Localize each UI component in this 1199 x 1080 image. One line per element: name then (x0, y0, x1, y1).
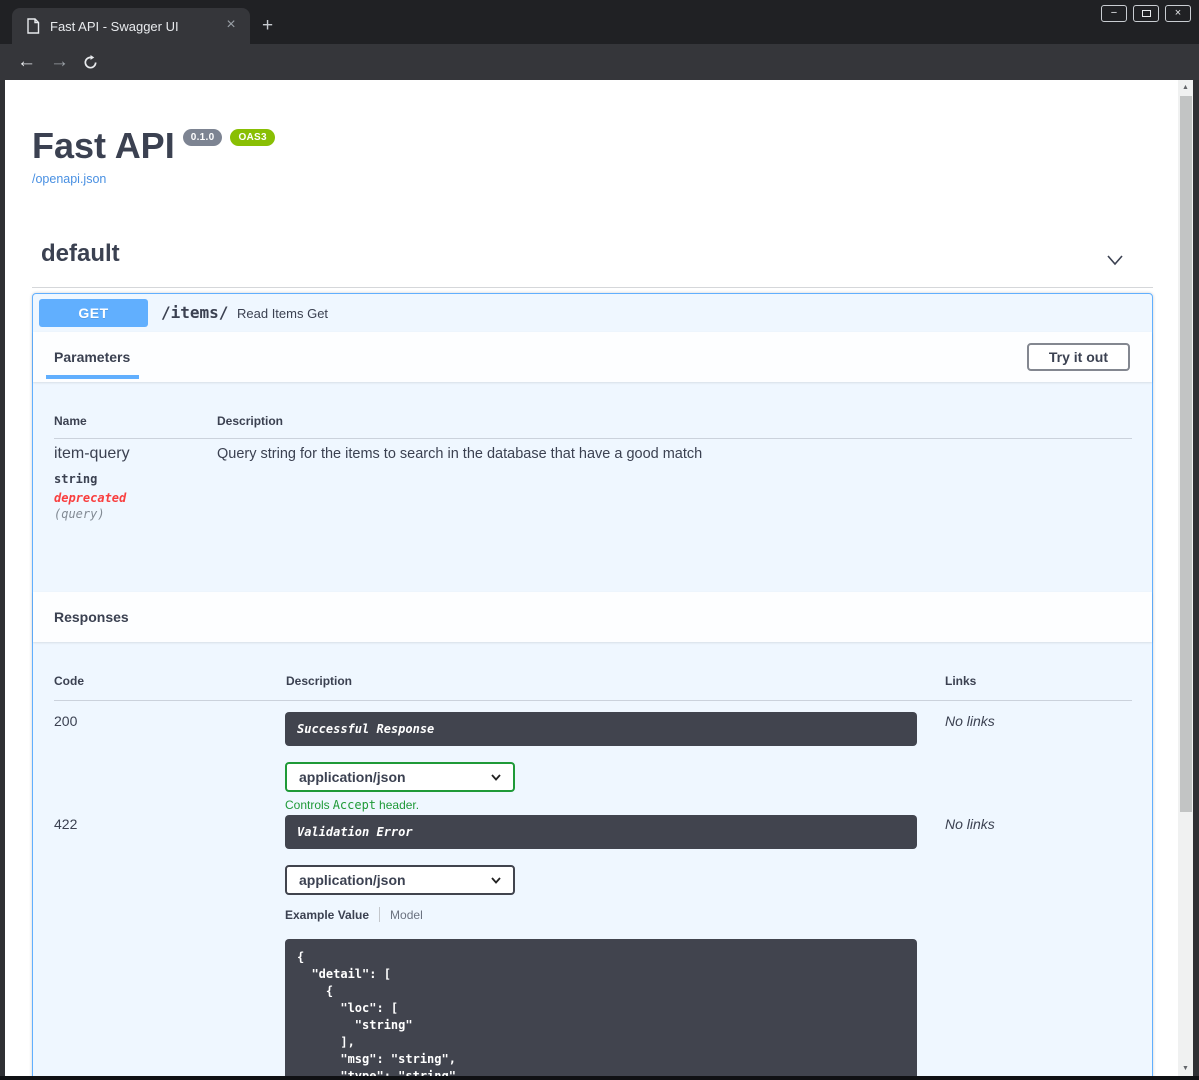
response-200-description-box: Successful Response (285, 712, 917, 746)
response-422-description-box: Validation Error (285, 815, 917, 849)
page-scrollbar[interactable]: ▲ ▼ (1178, 80, 1193, 1076)
resp-col-links: Links (945, 674, 977, 688)
tab-close-icon[interactable]: × (222, 17, 240, 35)
window-minimize-button[interactable]: − (1101, 5, 1127, 22)
minimize-icon: − (1110, 7, 1118, 19)
param-table-divider (54, 438, 1132, 439)
accept-note-pre: Controls (285, 798, 330, 812)
scrollbar-down-arrow[interactable]: ▼ (1178, 1061, 1193, 1076)
param-location: (query) (54, 507, 105, 521)
accept-note-code: Accept (332, 798, 377, 812)
openapi-spec-link[interactable]: /openapi.json (32, 172, 106, 186)
window-bottom-border (0, 1076, 1199, 1080)
response-422-links: No links (945, 816, 995, 832)
example-model-tabs: Example Value Model (285, 907, 423, 922)
param-type: string (54, 472, 98, 486)
response-200-description: Successful Response (297, 722, 435, 736)
scrollbar-up-arrow[interactable]: ▲ (1178, 80, 1193, 95)
media-type-value: application/json (299, 769, 406, 785)
window-controls: − × (1101, 5, 1191, 22)
page-viewport: Fast API 0.1.0 OAS3 /openapi.json defaul… (5, 80, 1178, 1076)
close-icon: × (1174, 7, 1182, 19)
param-col-name: Name (54, 414, 87, 428)
reload-button[interactable] (83, 55, 98, 70)
select-chevron-down-icon (491, 877, 501, 884)
try-it-out-button[interactable]: Try it out (1026, 343, 1130, 371)
tab-title: Fast API - Swagger UI (50, 18, 179, 34)
tag-divider (32, 287, 1153, 288)
forward-button[interactable]: → (50, 52, 69, 71)
response-422-description: Validation Error (297, 825, 413, 839)
response-200-media-type-select[interactable]: application/json (285, 762, 515, 792)
resp-table-divider (54, 700, 1132, 701)
window-maximize-button[interactable] (1133, 5, 1159, 22)
api-title-text: Fast API (32, 125, 175, 166)
responses-section: Code Description Links 200 Successful Re… (33, 642, 1152, 1076)
accept-note-post: header. (379, 798, 420, 812)
tag-section-title[interactable]: default (41, 240, 120, 268)
response-422-media-type-select[interactable]: application/json (285, 865, 515, 895)
browser-tab[interactable]: Fast API - Swagger UI × (12, 8, 250, 44)
example-json-code: { "detail": [ { "loc": [ "string" ], "ms… (297, 950, 456, 1076)
media-type-value: application/json (299, 872, 406, 888)
responses-header-band: Responses (33, 592, 1152, 642)
operation-summary[interactable]: GET /items/ Read Items Get (33, 294, 1152, 332)
tab-model[interactable]: Model (390, 908, 423, 922)
page-favicon-icon (27, 18, 40, 34)
tag-collapse-chevron-icon[interactable] (1103, 248, 1127, 272)
select-chevron-down-icon (491, 774, 501, 781)
responses-section-title: Responses (54, 609, 129, 625)
example-json-block: { "detail": [ { "loc": [ "string" ], "ms… (285, 939, 917, 1076)
param-name: item-query (54, 445, 130, 462)
response-code-422: 422 (54, 816, 78, 832)
http-method-badge: GET (39, 299, 148, 327)
browser-toolbar: ← → i 127.0.0.1:8000/docs ☆ ⋮ (0, 44, 1199, 119)
try-it-out-label: Try it out (1048, 349, 1108, 365)
parameters-section: Name Description item-query string depre… (33, 382, 1152, 592)
operation-block-get-items: GET /items/ Read Items Get Parameters Tr… (32, 293, 1153, 1076)
param-description: Query string for the items to search in … (217, 446, 703, 462)
oas-badge: OAS3 (230, 129, 275, 146)
browser-titlebar: Fast API - Swagger UI × + − × (0, 0, 1199, 44)
controls-accept-note: Controls Accept header. (285, 798, 419, 812)
resp-col-code: Code (54, 674, 84, 688)
operation-summary-text: Read Items Get (237, 306, 329, 321)
back-button[interactable]: ← (17, 52, 36, 71)
new-tab-button[interactable]: + (262, 16, 273, 35)
scrollbar-thumb[interactable] (1179, 96, 1192, 812)
resp-col-description: Description (286, 674, 353, 688)
parameters-tab-underline (46, 375, 139, 379)
response-code-200: 200 (54, 713, 78, 729)
parameters-tab[interactable]: Parameters (54, 349, 130, 365)
operation-path: /items/ (161, 303, 229, 322)
param-col-description: Description (217, 414, 284, 428)
parameters-header-band: Parameters Try it out (33, 332, 1152, 382)
tab-separator (379, 907, 381, 922)
maximize-icon (1141, 10, 1151, 17)
response-200-links: No links (945, 713, 995, 729)
version-badge: 0.1.0 (182, 129, 223, 146)
window-close-button[interactable]: × (1165, 5, 1191, 22)
param-deprecated-flag: deprecated (54, 491, 127, 505)
api-title: Fast API 0.1.0 OAS3 (32, 125, 275, 167)
tab-example-value[interactable]: Example Value (285, 908, 369, 922)
